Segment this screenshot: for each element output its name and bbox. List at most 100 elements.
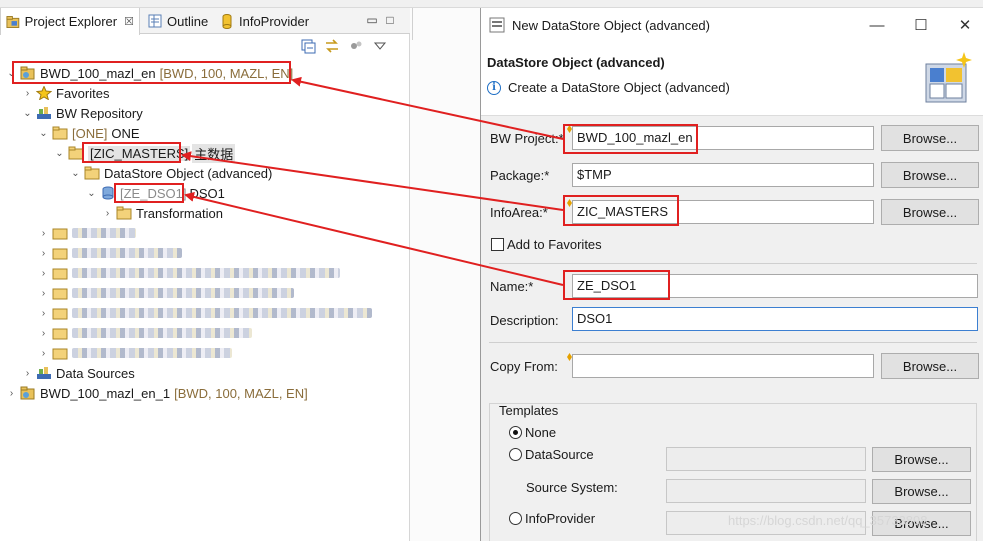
package-label: Package:* [490,168,550,183]
outline-icon [148,14,162,28]
chevron-right-icon[interactable]: › [38,328,49,339]
repository-icon [37,107,51,119]
chevron-right-icon[interactable]: › [38,248,49,259]
chevron-down-icon[interactable]: ⌄ [70,168,81,179]
chevron-right-icon[interactable]: › [6,388,17,399]
bw-project-label: BW Project:* [490,131,564,146]
chevron-right-icon[interactable]: › [38,348,49,359]
add-to-favorites-checkbox[interactable] [491,238,504,251]
annotation-box-bw-project [563,124,698,154]
chevron-down-icon[interactable]: ⌄ [54,148,65,159]
wizard-description: i Create a DataStore Object (advanced) [487,80,730,95]
tree-item-bw-repository[interactable]: ⌄ BW Repository [22,103,143,123]
tree-item-one[interactable]: ⌄ [ONE] ONE [38,123,139,143]
bw-project-icon [20,386,35,400]
maximize-button[interactable]: ☐ [899,8,943,42]
infoarea-folder-icon [52,248,68,260]
chevron-right-icon[interactable]: › [38,308,49,319]
infoarea-tag: [ONE] [72,125,108,141]
divider [412,8,413,40]
top-toolbar-strip [0,0,983,8]
template-infoprovider-radio[interactable] [509,512,522,525]
chevron-right-icon[interactable]: › [102,208,113,219]
infoarea-name: 主数据 [192,143,236,163]
templates-title: Templates [499,403,559,418]
chevron-right-icon[interactable]: › [22,88,33,99]
template-datasource-radio[interactable] [509,448,522,461]
tab-infoprovider[interactable]: InfoProvider [214,8,314,34]
infoarea-folder-icon [52,228,68,240]
project-name: BWD_100_mazl_en_1 [40,385,171,401]
annotation-box-dso [114,183,184,203]
datasource-field [666,447,866,471]
redacted-text [72,228,136,238]
close-button[interactable]: ✕ [943,8,983,42]
browse-datasource-button[interactable]: Browse... [872,447,971,472]
infoarea-folder-icon [52,308,68,320]
infoarea-folder-icon [52,126,68,140]
description-field[interactable]: DSO1 [572,307,978,331]
wizard-header: DataStore Object (advanced) i Create a D… [481,42,983,116]
tree-item-blurred[interactable]: › [38,323,252,343]
data-sources-icon [37,367,51,379]
folder-icon [116,206,132,220]
tab-label: InfoProvider [239,13,310,29]
tree-item-blurred[interactable]: › [38,343,232,363]
tree-item-data-sources[interactable]: › Data Sources [22,363,135,383]
wizard-title: DataStore Object (advanced) [487,55,665,70]
tree-item-blurred[interactable]: › [38,283,294,303]
link-with-editor-icon[interactable] [324,38,340,54]
browse-project-button[interactable]: Browse... [881,125,979,151]
infoarea-label: InfoArea:* [490,205,548,220]
tree-item-blurred[interactable]: › [38,263,340,283]
filter-icon[interactable] [348,38,364,54]
chevron-right-icon[interactable]: › [38,268,49,279]
view-menu-icon[interactable] [372,38,388,54]
browse-infoarea-button[interactable]: Browse... [881,199,979,225]
tree-item-project-2[interactable]: › BWD_100_mazl_en_1 [BWD, 100, MAZL, EN] [6,383,308,403]
chevron-right-icon[interactable]: › [38,228,49,239]
tree-item-blurred[interactable]: › [38,243,182,263]
view-tab-bar: Project Explorer ☒ Outline InfoProvider … [0,8,410,35]
chevron-right-icon[interactable]: › [22,368,33,379]
template-datasource-label: DataSource [525,447,594,462]
wizard-banner-icon [925,52,972,103]
tree-label: BW Repository [56,105,143,121]
copy-from-field[interactable] [572,354,874,378]
package-field[interactable]: $TMP [572,163,874,187]
infoarea-folder-icon [52,348,68,360]
folder-icon [84,166,100,180]
maximize-icon[interactable]: □ [384,14,396,26]
chevron-right-icon[interactable]: › [38,288,49,299]
annotation-box-infoarea-field [563,195,679,226]
close-icon[interactable]: ☒ [124,15,134,28]
tab-project-explorer[interactable]: Project Explorer ☒ [0,8,140,35]
tab-outline[interactable]: Outline [142,8,213,34]
chevron-down-icon[interactable]: ⌄ [86,188,97,199]
separator [489,342,977,343]
annotation-box-project [12,61,291,84]
browse-source-system-button[interactable]: Browse... [872,479,971,504]
minimize-button[interactable]: — [855,8,899,42]
annotation-box-infoarea [82,142,181,163]
collapse-all-icon[interactable] [300,38,316,54]
browse-copy-from-button[interactable]: Browse... [881,353,979,379]
tree-item-dso-folder[interactable]: ⌄ DataStore Object (advanced) [70,163,272,183]
app-icon [489,17,505,33]
chevron-down-icon[interactable]: ⌄ [38,128,49,139]
tree-item-blurred[interactable]: › [38,303,372,323]
minimize-icon[interactable]: ▭ [366,14,378,26]
tree-item-blurred[interactable]: › [38,223,136,243]
template-none-radio[interactable] [509,426,522,439]
infoarea-folder-icon [52,328,68,340]
template-infoprovider-label: InfoProvider [525,511,596,526]
tree-item-favorites[interactable]: › Favorites [22,83,110,103]
browse-package-button[interactable]: Browse... [881,162,979,188]
redacted-text [72,348,232,358]
infoarea-folder-icon [52,268,68,280]
infoarea-folder-icon [52,288,68,300]
chevron-down-icon[interactable]: ⌄ [22,108,33,119]
tree-item-transformation[interactable]: › Transformation [102,203,223,223]
redacted-text [72,308,372,318]
dialog-titlebar: New DataStore Object (advanced) — ☐ ✕ [481,8,983,42]
